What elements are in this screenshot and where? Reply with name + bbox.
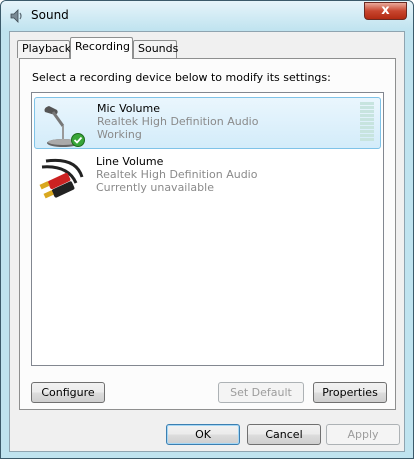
device-item-line-volume[interactable]: Line Volume Realtek High Definition Audi…: [34, 151, 381, 203]
properties-button[interactable]: Properties: [313, 382, 387, 403]
device-list[interactable]: Mic Volume Realtek High Definition Audio…: [31, 92, 384, 366]
green-check-icon: [71, 133, 85, 147]
device-driver: Realtek High Definition Audio: [96, 168, 258, 181]
ok-button[interactable]: OK: [166, 424, 240, 445]
device-status: Currently unavailable: [96, 181, 214, 194]
device-name: Line Volume: [96, 155, 164, 168]
set-default-button[interactable]: Set Default: [218, 382, 304, 403]
dialog-body: Playback Recording Sounds Select a recor…: [9, 31, 405, 452]
title-bar[interactable]: Sound x: [1, 1, 413, 31]
device-item-mic-volume[interactable]: Mic Volume Realtek High Definition Audio…: [34, 97, 381, 149]
device-name: Mic Volume: [97, 102, 161, 115]
configure-button[interactable]: Configure: [31, 382, 105, 403]
tab-playback[interactable]: Playback: [17, 40, 71, 58]
instructions-label: Select a recording device below to modif…: [32, 71, 331, 84]
device-driver: Realtek High Definition Audio: [97, 115, 259, 128]
close-button[interactable]: x: [364, 2, 407, 20]
apply-button[interactable]: Apply: [326, 424, 400, 445]
rca-cable-icon: [39, 158, 84, 199]
tab-sounds[interactable]: Sounds: [133, 40, 178, 58]
device-status: Working: [97, 128, 142, 141]
sound-dialog: Sound x Playback Recording Sounds Select…: [0, 0, 414, 459]
tab-recording[interactable]: Recording: [70, 37, 133, 59]
level-meter: [360, 102, 374, 144]
window-title: Sound: [31, 8, 69, 22]
cancel-button[interactable]: Cancel: [247, 424, 321, 445]
recording-panel: Select a recording device below to modif…: [19, 58, 396, 410]
speaker-icon: [10, 9, 22, 23]
